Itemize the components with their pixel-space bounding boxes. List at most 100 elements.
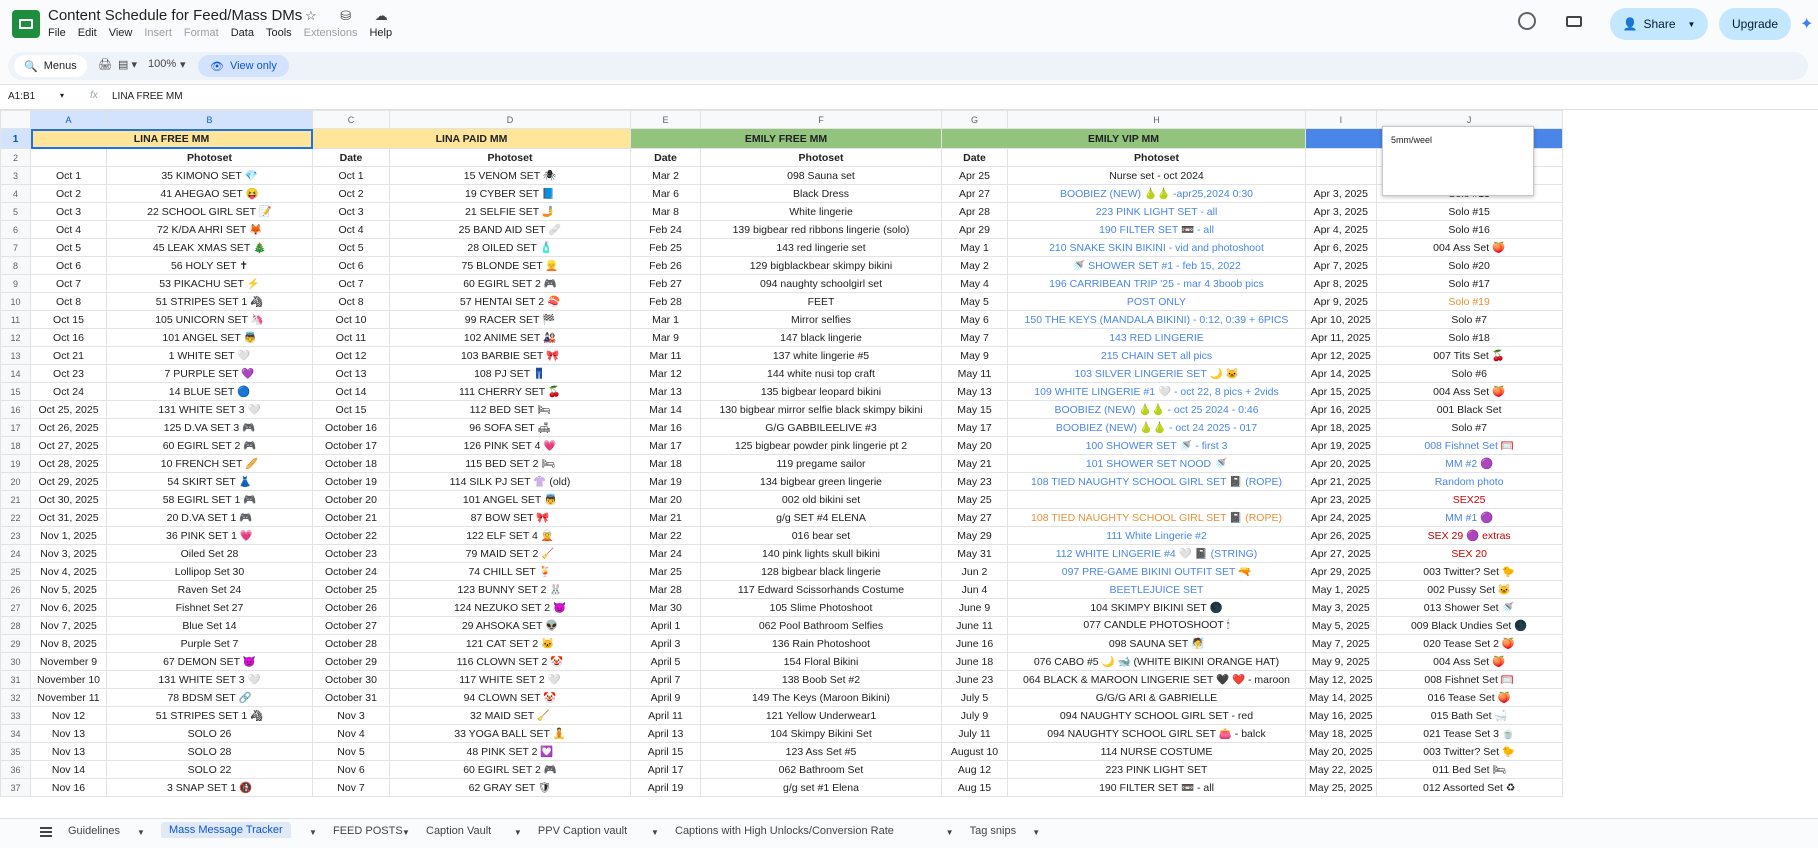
menu-item-edit[interactable]: Edit — [78, 27, 97, 39]
sheet-tab-chevron-icon[interactable]: ▼ — [651, 828, 659, 837]
cell[interactable]: 215 CHAIN SET all pics — [1007, 346, 1306, 365]
cell[interactable]: 103 SILVER LINGERIE SET 🌙 🐱 — [1007, 364, 1306, 383]
cell[interactable]: April 5 — [630, 652, 701, 671]
row-header[interactable]: 10 — [0, 292, 31, 311]
cell[interactable]: May 7 — [941, 328, 1008, 347]
column-label[interactable] — [1305, 148, 1377, 167]
cell[interactable]: May 20 — [941, 436, 1008, 455]
column-header-h[interactable]: H — [1007, 110, 1306, 129]
row-header[interactable]: 20 — [0, 472, 31, 491]
cell[interactable]: 134 bigbear green lingerie — [700, 472, 942, 491]
cell[interactable]: 109 WHITE LINGERIE #1 🤍 - oct 22, 8 pics… — [1007, 382, 1306, 401]
cell[interactable]: Mar 12 — [630, 364, 701, 383]
cell[interactable]: 114 NURSE COSTUME — [1007, 742, 1306, 761]
cell[interactable]: Oct 11 — [312, 328, 390, 347]
sheet-tab[interactable]: PPV Caption vault — [538, 825, 627, 837]
cell[interactable]: Oct 30, 2025 — [30, 490, 107, 509]
column-header-c[interactable]: C — [312, 110, 390, 129]
cell[interactable]: 126 PINK SET 4 💗 — [389, 436, 631, 455]
cell[interactable]: 094 NAUGHTY SCHOOL GIRL SET - red — [1007, 706, 1306, 725]
cell[interactable]: 016 bear set — [700, 526, 942, 545]
cell[interactable]: 144 white nusi top craft — [700, 364, 942, 383]
cell[interactable]: October 28 — [312, 634, 390, 653]
cell[interactable]: May 5, 2025 — [1305, 616, 1377, 635]
cell[interactable]: SEX25 — [1375, 490, 1563, 509]
sheet-tab-chevron-icon[interactable]: ▼ — [514, 828, 522, 837]
cell[interactable]: Apr 21, 2025 — [1305, 472, 1377, 491]
cell[interactable]: 154 Floral Bikini — [700, 652, 942, 671]
cell[interactable]: May 7, 2025 — [1305, 634, 1377, 653]
cell[interactable]: Apr 6, 2025 — [1305, 238, 1377, 257]
cell[interactable]: 32 MAID SET 🧹 — [389, 706, 631, 725]
cell[interactable]: Oct 25, 2025 — [30, 400, 107, 419]
view-only-button[interactable]: 👁 View only — [198, 55, 289, 77]
cell[interactable]: October 22 — [312, 526, 390, 545]
cell[interactable]: May 21 — [941, 454, 1008, 473]
cell[interactable]: 🚿 SHOWER SET #1 - feb 15, 2022 — [1007, 256, 1306, 275]
cell[interactable]: BOOBIEZ (NEW) 🍐🍐 - oct 24 2025 - 017 — [1007, 418, 1306, 437]
row-header[interactable]: 22 — [0, 508, 31, 527]
cell[interactable] — [1305, 166, 1377, 185]
cell[interactable]: Oct 28, 2025 — [30, 454, 107, 473]
cell[interactable]: Random photo — [1375, 472, 1563, 491]
cell[interactable]: Nov 3 — [312, 706, 390, 725]
cell[interactable]: July 5 — [941, 688, 1008, 707]
cell[interactable]: 7 PURPLE SET 💜 — [106, 364, 313, 383]
column-label[interactable]: Date — [941, 148, 1008, 167]
cell[interactable]: 002 old bikini set — [700, 490, 942, 509]
cell[interactable]: May 11 — [941, 364, 1008, 383]
cell[interactable]: SOLO 28 — [106, 742, 313, 761]
cell[interactable]: g/g set #1 Elena — [700, 778, 942, 797]
cell[interactable]: 104 Skimpy Bikini Set — [700, 724, 942, 743]
cell[interactable]: 062 Bathroom Set — [700, 760, 942, 779]
cell[interactable]: Apr 4, 2025 — [1305, 220, 1377, 239]
cell[interactable]: 100 SHOWER SET 🚿 - first 3 — [1007, 436, 1306, 455]
cell[interactable]: 210 SNAKE SKIN BIKINI - vid and photosho… — [1007, 238, 1306, 257]
history-icon[interactable] — [1518, 12, 1536, 30]
cell[interactable]: Lollipop Set 30 — [106, 562, 313, 581]
row-header[interactable]: 35 — [0, 742, 31, 761]
cell[interactable]: Mar 14 — [630, 400, 701, 419]
cell[interactable]: 138 Boob Set #2 — [700, 670, 942, 689]
row-header[interactable]: 34 — [0, 724, 31, 743]
cell[interactable] — [1007, 490, 1306, 509]
cell[interactable]: Oct 3 — [30, 202, 107, 221]
cell[interactable]: May 1, 2025 — [1305, 580, 1377, 599]
cell[interactable]: 72 K/DA AHRI SET 🦊 — [106, 220, 313, 239]
cell[interactable]: 60 EGIRL SET 2 🎮 — [106, 436, 313, 455]
cell[interactable]: June 16 — [941, 634, 1008, 653]
cell[interactable]: 130 bigbear mirror selfie black skimpy b… — [700, 400, 942, 419]
cell[interactable]: 021 Tease Set 3 🍵 — [1375, 724, 1563, 743]
cell[interactable]: 75 BLONDE SET 👱 — [389, 256, 631, 275]
name-box[interactable]: A1:B1 — [8, 91, 35, 102]
cell[interactable]: 14 BLUE SET 🔵 — [106, 382, 313, 401]
cell[interactable]: May 12, 2025 — [1305, 670, 1377, 689]
cell[interactable]: Oct 3 — [312, 202, 390, 221]
cell[interactable]: Mar 20 — [630, 490, 701, 509]
cell[interactable]: 128 bigbear black lingerie — [700, 562, 942, 581]
cell[interactable]: October 29 — [312, 652, 390, 671]
column-label[interactable] — [30, 148, 107, 167]
cell[interactable]: May 25 — [941, 490, 1008, 509]
menu-item-format[interactable]: Format — [184, 27, 219, 39]
cell[interactable]: 108 TIED NAUGHTY SCHOOL GIRL SET 📓 (ROPE… — [1007, 472, 1306, 491]
cell[interactable]: May 1 — [941, 238, 1008, 257]
cell[interactable]: May 27 — [941, 508, 1008, 527]
cell[interactable]: Mar 8 — [630, 202, 701, 221]
cell[interactable]: Nov 4, 2025 — [30, 562, 107, 581]
cell[interactable]: BOOBIEZ (NEW) 🍐🍐 -apr25,2024 0:30 — [1007, 184, 1306, 203]
sheet-tab[interactable]: Guidelines — [68, 825, 120, 837]
cell[interactable]: November 9 — [30, 652, 107, 671]
cell[interactable]: 003 Twitter? Set 🐤 — [1375, 742, 1563, 761]
cell[interactable]: Oct 16 — [30, 328, 107, 347]
cell[interactable]: 007 Tits Set 🍒 — [1375, 346, 1563, 365]
cell[interactable]: Apr 9, 2025 — [1305, 292, 1377, 311]
cell[interactable]: SOLO 26 — [106, 724, 313, 743]
chevron-down-icon[interactable]: ▼ — [1688, 20, 1696, 29]
cell[interactable]: 125 D.VA SET 3 🎮 — [106, 418, 313, 437]
cell[interactable]: Apr 16, 2025 — [1305, 400, 1377, 419]
cell[interactable]: 131 WHITE SET 3 🤍 — [106, 400, 313, 419]
row-header[interactable]: 5 — [0, 202, 31, 221]
sheet-tab[interactable]: Caption Vault — [426, 825, 491, 837]
cell[interactable]: Oct 31, 2025 — [30, 508, 107, 527]
